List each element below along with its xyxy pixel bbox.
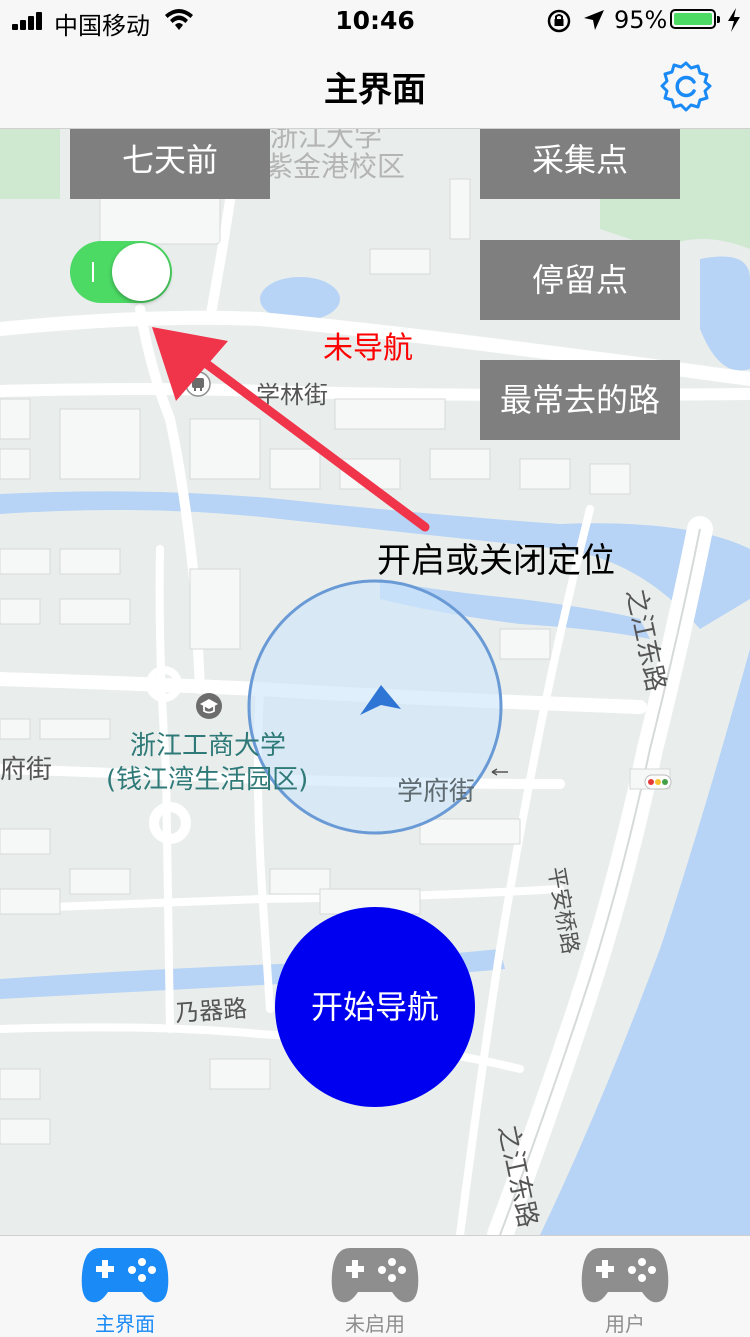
battery-icon: [670, 9, 720, 29]
seven-days-ago-button[interactable]: 七天前: [70, 129, 270, 199]
map-label-university: 浙江工商大学: [130, 731, 287, 761]
page-title: 主界面: [324, 70, 426, 110]
charging-bolt-icon: [728, 8, 740, 32]
map-label-university-sub: (钱江湾生活园区): [106, 765, 309, 795]
tab-disabled[interactable]: 未启用: [250, 1236, 500, 1336]
gamepad-icon: [81, 1248, 169, 1303]
frequent-routes-button[interactable]: 最常去的路: [480, 360, 680, 440]
map-label-naiqi-road: 乃器路: [174, 994, 249, 1028]
university-icon: [196, 693, 222, 719]
map-view[interactable]: 浙江大学 紫金港校区 学林街 浙江工商大学 (钱江湾生活园区) 学府街 府街 乃…: [0, 129, 750, 1235]
tab-home[interactable]: 主界面: [0, 1236, 250, 1336]
tab-disabled-label: 未启用: [345, 1312, 405, 1336]
navigation-bar: 主界面: [0, 40, 750, 129]
start-navigation-button[interactable]: 开始导航: [275, 907, 475, 1107]
toggle-on-indicator: [92, 262, 94, 282]
status-bar: 中国移动 10:46 95%: [0, 0, 750, 40]
map-label-campus: 紫金港校区: [265, 150, 406, 183]
annotation-arrow: [152, 327, 430, 532]
battery-percent: 95%: [614, 6, 668, 34]
map-label-xuefu-street: 学府街: [397, 777, 476, 807]
rotation-lock-icon: [547, 9, 571, 33]
location-arrow-icon: [360, 685, 401, 715]
location-toggle[interactable]: [70, 241, 172, 303]
gear-icon[interactable]: [660, 60, 712, 112]
tab-user-label: 用户: [605, 1312, 645, 1336]
stay-points-button[interactable]: 停留点: [480, 240, 680, 320]
tab-home-label: 主界面: [95, 1312, 155, 1336]
gamepad-icon: [331, 1248, 419, 1303]
gamepad-icon: [581, 1248, 669, 1303]
tab-user[interactable]: 用户: [500, 1236, 750, 1336]
map-label-xuefu-street-left: 府街: [0, 755, 53, 785]
location-arrow-icon: [584, 10, 604, 30]
collection-points-button[interactable]: 采集点: [480, 129, 680, 199]
toggle-knob: [112, 243, 170, 301]
tab-bar: 主界面 未启用 用户: [0, 1235, 750, 1336]
annotation-text: 开启或关闭定位: [377, 541, 615, 581]
